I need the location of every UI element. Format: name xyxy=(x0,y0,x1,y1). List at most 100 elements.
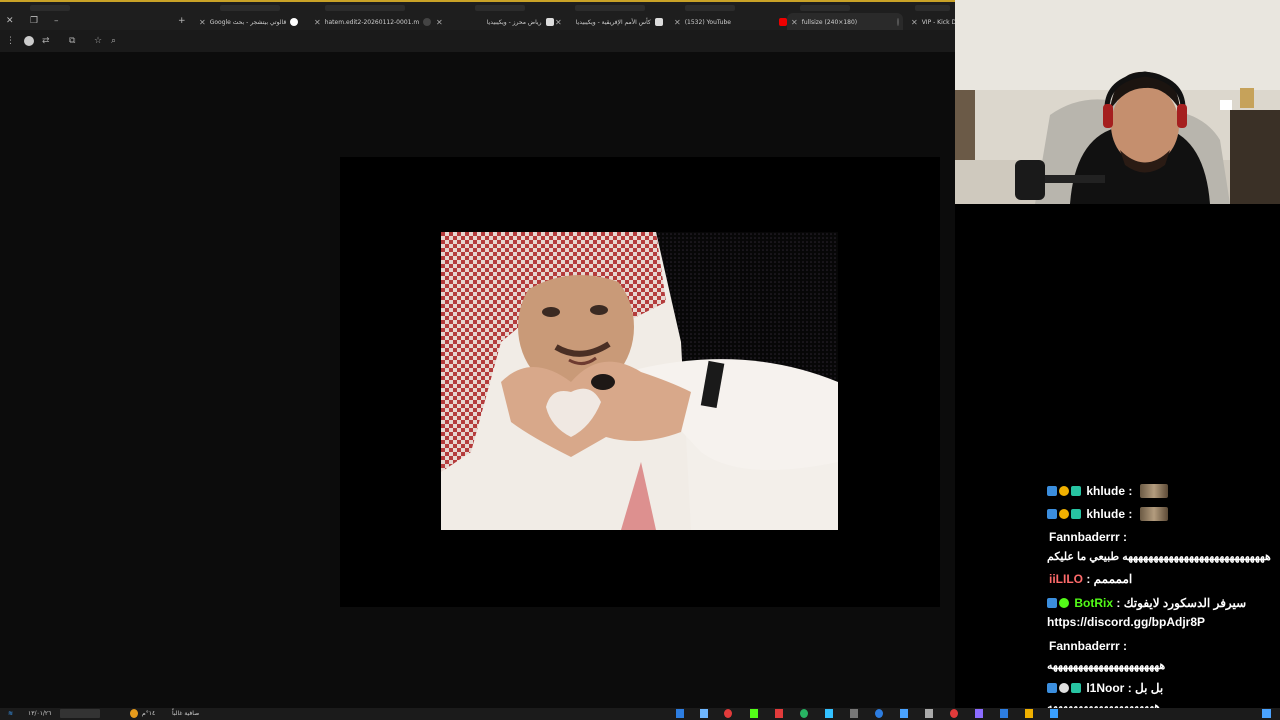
coin-badge-icon xyxy=(1059,486,1069,496)
browser-toolbar: ⋮ ⇄ ⧉ ☆ ⌕ xyxy=(0,30,955,52)
tab-strip-overlap xyxy=(0,5,955,13)
search-icon[interactable] xyxy=(1050,709,1058,718)
chat-message-text: ﻫﻬﻬﻬﻬﻬﻬﻬﻬﻬﻬﻬﻬﻬﻬﻬﻬﻬﻬﻬﻬﻬﻬﻬﻬﻬﻬﻬﻪ ﻃﺒﻴﻌﻲ ﻣﺎ ﻋ… xyxy=(1047,551,1271,563)
streamer-webcam-image xyxy=(955,0,1280,204)
spotify-icon[interactable] xyxy=(800,709,808,718)
menu-dots-icon[interactable]: ⋮ xyxy=(6,35,15,47)
smiling-face-emote-icon xyxy=(1139,507,1168,521)
start-menu-icon[interactable] xyxy=(1262,709,1271,718)
tab-hatem-edit[interactable]: ✕ hatem.edit2-20260112-0001.m xyxy=(310,13,435,31)
kick-app-icon[interactable] xyxy=(750,709,758,718)
bookmark-star-icon[interactable]: ☆ xyxy=(94,35,102,47)
chat-overlay: khlude : khlude : Fannbaderrr : ﻫﻬﻬﻬﻬﻬﻬﻬ… xyxy=(1042,480,1280,708)
wikipedia-favicon-icon xyxy=(654,18,663,26)
tab-label: ﺭﻳﺎﺽ ﻣﺤﺮﺯ - ﻭﻳﻜﻴﺒﻴﺪﻳﺎ xyxy=(486,18,542,26)
tab-close-icon[interactable]: ✕ xyxy=(555,18,562,27)
chat-message-text: ﺍﻣﻤﻤﻤﻢ xyxy=(1093,572,1133,586)
app-icon[interactable] xyxy=(775,709,783,718)
chat-username[interactable]: khlude xyxy=(1086,484,1125,498)
image-favicon-icon xyxy=(897,18,899,26)
chat-message-text: ﻫﻬﻬﻬﻬﻬﻬﻬﻬﻬﻬﻬﻬﻬﻬﻬﻬﻬﻬﻬﻬﻬﻪ xyxy=(1047,660,1166,672)
app-icon[interactable] xyxy=(950,709,958,718)
search-lens-icon[interactable]: ⌕ xyxy=(111,35,116,47)
app-icon[interactable] xyxy=(850,709,858,718)
app-icon[interactable] xyxy=(900,709,908,718)
verified-badge-icon xyxy=(1047,486,1057,496)
chat-username[interactable]: Fannbaderrr xyxy=(1049,639,1120,653)
tab-fullsize-image[interactable]: ✕ fullsize (240×180) xyxy=(787,13,903,31)
chat-message: Fannbaderrr : xyxy=(1049,639,1128,653)
app-icon[interactable] xyxy=(676,709,684,718)
system-tray-icons[interactable] xyxy=(60,709,100,718)
tab-wikipedia-afcon[interactable]: ✕ ﻛﺄﺱ ﺍﻷﻣﻢ ﺍﻹﻓﺮﻳﻘﻴﺔ - ﻭﻳﻜﻴﺒﻴﺪﻳﺎ xyxy=(551,13,667,31)
tab-close-icon[interactable]: ✕ xyxy=(911,18,918,27)
bot-check-badge-icon xyxy=(1059,598,1069,608)
webcam-overlay xyxy=(955,0,1280,204)
chat-username[interactable]: l1Noor xyxy=(1086,681,1124,695)
chat-message-text: ﺑﻞ ﺑﻞ xyxy=(1135,681,1164,695)
app-icon[interactable] xyxy=(925,709,933,718)
google-favicon-icon xyxy=(290,18,299,26)
tab-label: fullsize (240×180) xyxy=(801,18,858,26)
app-icon[interactable] xyxy=(724,709,732,718)
weather-sun-icon[interactable] xyxy=(130,709,138,718)
chat-username[interactable]: khlude xyxy=(1086,507,1125,521)
subscriber-badge-icon xyxy=(1071,509,1081,519)
tab-youtube[interactable]: ✕ (1532) YouTube xyxy=(670,13,791,31)
chat-username[interactable]: Fannbaderrr xyxy=(1049,530,1120,544)
tab-wikipedia-mahrez[interactable]: ✕ ﺭﻳﺎﺽ ﻣﺤﺮﺯ - ﻭﻳﻜﻴﺒﻴﺪﻳﺎ xyxy=(432,13,558,31)
weather-status[interactable]: ﺻﺎﻓﻴﺔ ﻏﺎﻟﺒﺎً xyxy=(172,709,199,718)
app-icon[interactable] xyxy=(825,709,833,718)
coin-badge-icon xyxy=(1059,509,1069,519)
chat-message: BotRix : ﺳﻴﺮﻓﺮ ﺍﻟﺪﺳﻜﻮﺭﺩ ﻻﻳﻔﻮﺗﻚ xyxy=(1047,596,1246,610)
minimize-window-icon[interactable]: – xyxy=(54,15,59,27)
tab-close-icon[interactable]: ✕ xyxy=(791,18,798,27)
tab-label: Google ﻗﺎﻟﻮﺗﻲ ﺑﻴﺘﺸﺠﺮ - ﺑﺤﺚ xyxy=(209,18,287,26)
chat-message: khlude : xyxy=(1047,484,1168,498)
tab-kick-vip[interactable]: ✕ VIP - Kick Do xyxy=(907,13,960,31)
tab-strip: ✕ ❐ – + ✕ Google ﻗﺎﻟﻮﺗﻲ ﺑﻴﺘﺸﺠﺮ - ﺑﺤﺚ ✕ h… xyxy=(0,2,960,31)
taskbar-date[interactable]: ١٣/٠١/٢٦ xyxy=(28,709,51,718)
edge-icon[interactable] xyxy=(875,709,883,718)
chat-message-text: ﺳﻴﺮﻓﺮ ﺍﻟﺪﺳﻜﻮﺭﺩ ﻻﻳﻔﻮﺗﻚ xyxy=(1123,596,1247,610)
file-explorer-icon[interactable] xyxy=(1025,709,1033,718)
app-icon[interactable] xyxy=(1000,709,1008,718)
chat-message: iiLILO : ﺍﻣﻤﻤﻤﻢ xyxy=(1049,572,1133,586)
window-close-icon[interactable]: ✕ xyxy=(6,15,14,27)
app-icon[interactable] xyxy=(975,709,983,718)
restore-window-icon[interactable]: ❐ xyxy=(30,15,38,27)
verified-badge-icon xyxy=(1047,683,1057,693)
taskbar: ≋ ١٣/٠١/٢٦ ١٤°م ﺻﺎﻓﻴﺔ ﻏﺎﻟﺒﺎً xyxy=(0,708,1280,720)
displayed-photo xyxy=(441,232,838,530)
chat-message-text: ﻫﻬﻬﻬﻬﻬﻬﻬﻬﻬﻬﻬﻬﻬﻬﻬﻬﻬﻬﻬﻬﻪ xyxy=(1047,701,1161,708)
chat-username[interactable]: BotRix xyxy=(1074,596,1113,610)
translate-icon[interactable]: ⇄ xyxy=(42,35,50,47)
chat-message: Fannbaderrr : xyxy=(1049,530,1128,544)
subscriber-badge-icon xyxy=(1071,683,1081,693)
tab-label: ﻛﺄﺱ ﺍﻷﻣﻢ ﺍﻹﻓﺮﻳﻘﻴﺔ - ﻭﻳﻜﻴﺒﻴﺪﻳﺎ xyxy=(575,18,651,26)
screenshot-icon[interactable]: ⧉ xyxy=(69,35,75,47)
tab-label: (1532) YouTube xyxy=(684,18,731,26)
tab-close-icon[interactable]: ✕ xyxy=(436,18,443,27)
tab-google-search[interactable]: ✕ Google ﻗﺎﻟﻮﺗﻲ ﺑﻴﺘﺸﺠﺮ - ﺑﺤﺚ xyxy=(195,13,302,31)
profile-avatar-icon[interactable] xyxy=(24,36,34,46)
heart-hands-photo xyxy=(441,232,838,530)
chat-message: khlude : xyxy=(1047,507,1168,521)
discord-link[interactable]: https://discord.gg/bpAdjr8P xyxy=(1047,615,1205,629)
verified-badge-icon xyxy=(1047,598,1057,608)
chat-message: l1Noor : ﺑﻞ ﺑﻞ xyxy=(1047,681,1163,695)
emote-badge-icon xyxy=(1059,683,1069,693)
tab-close-icon[interactable]: ✕ xyxy=(674,18,681,27)
smiling-face-emote-icon xyxy=(1139,484,1168,498)
tab-close-icon[interactable]: ✕ xyxy=(199,18,206,27)
tab-close-icon[interactable]: ✕ xyxy=(314,18,321,27)
media-favicon-icon xyxy=(423,18,432,26)
wifi-icon[interactable]: ≋ xyxy=(8,709,13,718)
youtube-favicon-icon xyxy=(778,18,787,26)
chat-username[interactable]: iiLILO xyxy=(1049,572,1083,586)
new-tab-icon[interactable]: + xyxy=(178,15,186,27)
weather-temperature[interactable]: ١٤°م xyxy=(142,709,155,718)
verified-badge-icon xyxy=(1047,509,1057,519)
app-icon[interactable] xyxy=(700,709,708,718)
tab-label: hatem.edit2-20260112-0001.m xyxy=(324,18,420,26)
